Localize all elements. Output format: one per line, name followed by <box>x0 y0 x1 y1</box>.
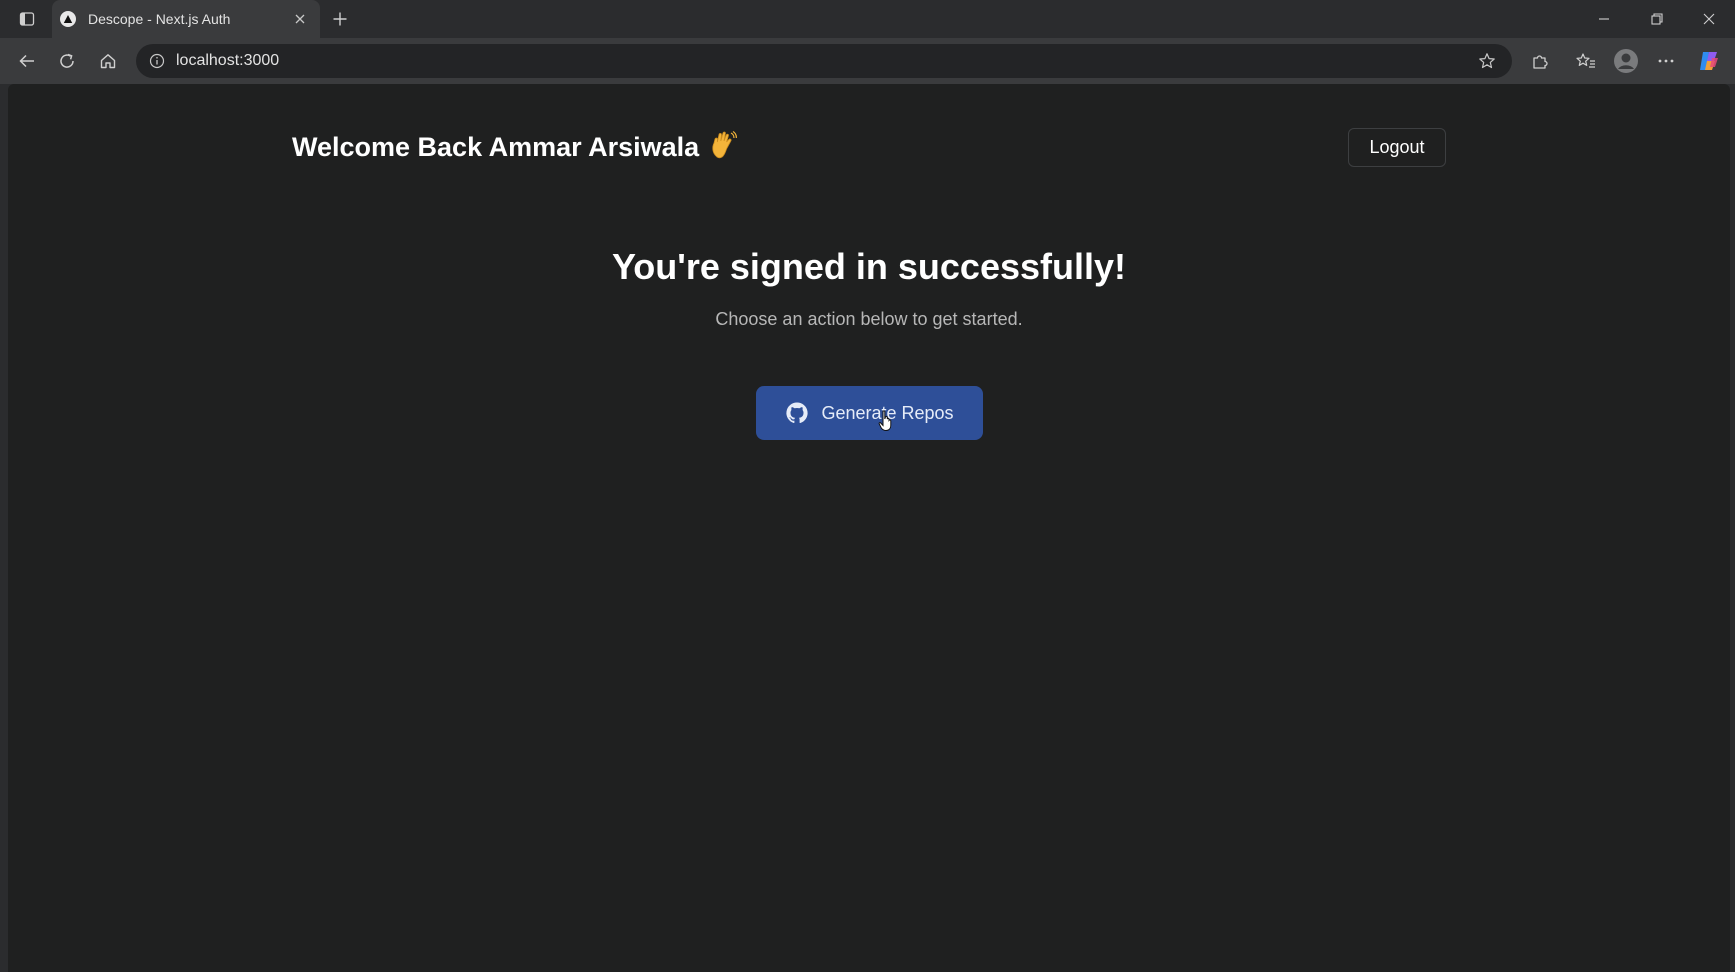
logout-button[interactable]: Logout <box>1348 128 1446 167</box>
success-heading: You're signed in successfully! <box>611 246 1127 287</box>
url-text[interactable]: localhost:3000 <box>176 52 1470 70</box>
refresh-icon[interactable] <box>52 46 82 76</box>
back-arrow-icon[interactable] <box>12 46 42 76</box>
favorites-icon[interactable] <box>1571 46 1601 76</box>
extensions-icon[interactable] <box>1525 46 1555 76</box>
waving-hand-icon <box>709 130 738 167</box>
address-bar[interactable]: localhost:3000 <box>136 44 1512 78</box>
welcome-heading: Welcome Back Ammar Arsiwala <box>292 130 738 167</box>
info-icon[interactable] <box>140 44 174 78</box>
hand-cursor-icon <box>878 410 892 432</box>
tab-title: Descope - Next.js Auth <box>88 11 231 27</box>
welcome-text: Welcome Back Ammar Arsiwala <box>292 132 700 162</box>
tab-close-icon[interactable] <box>290 9 310 29</box>
profile-icon[interactable] <box>1611 46 1641 76</box>
github-icon <box>785 401 809 425</box>
page-viewport: Welcome Back Ammar Arsiwala Logout You'r… <box>8 84 1730 972</box>
star-icon[interactable] <box>1470 44 1504 78</box>
restore-icon[interactable] <box>1632 0 1682 38</box>
generate-repos-button[interactable]: Generate Repos <box>756 386 983 440</box>
browser-window: Descope - Next.js Auth localhost:3000 We… <box>0 0 1735 972</box>
tab-active[interactable]: Descope - Next.js Auth <box>52 0 320 38</box>
home-icon[interactable] <box>93 46 123 76</box>
tab-actions-icon[interactable] <box>14 6 40 32</box>
plus-icon[interactable] <box>326 5 354 33</box>
browser-toolbar: localhost:3000 <box>0 38 1735 84</box>
minimize-icon[interactable] <box>1579 0 1629 38</box>
more-icon[interactable] <box>1651 46 1681 76</box>
triangle-logo-icon <box>60 11 76 27</box>
copilot-icon[interactable] <box>1694 46 1724 76</box>
tab-strip: Descope - Next.js Auth <box>0 0 1735 38</box>
close-icon[interactable] <box>1684 0 1734 38</box>
instruction-text: Choose an action below to get started. <box>715 309 1023 329</box>
